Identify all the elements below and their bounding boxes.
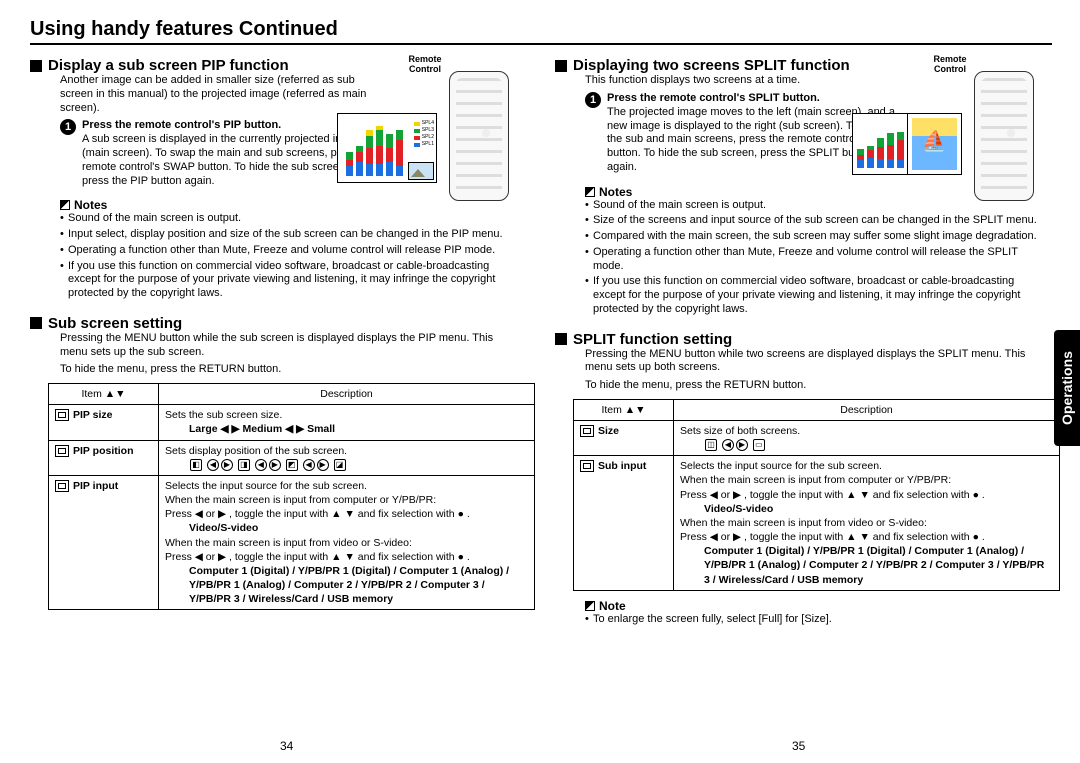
section-title-pip: Display a sub screen PIP function bbox=[48, 57, 289, 74]
pip-input-desc: Selects the input source for the sub scr… bbox=[165, 480, 367, 492]
page-title: Using handy features Continued bbox=[30, 18, 1052, 45]
remote-control-illustration bbox=[449, 71, 509, 201]
section-marker-icon bbox=[555, 60, 567, 72]
size-desc: Sets size of both screens. bbox=[680, 425, 800, 437]
pip-size-label: PIP size bbox=[73, 409, 113, 421]
page-number-right: 35 bbox=[792, 739, 805, 753]
split-setting-body1: Pressing the MENU button while two scree… bbox=[585, 348, 1046, 376]
pip-settings-table: Item ▲▼ Description PIP size Sets the su… bbox=[48, 383, 535, 610]
remote-control-label: Remote Control bbox=[405, 55, 445, 75]
pip-input-option: Computer 1 (Digital) / Y/PB/PR 1 (Digita… bbox=[165, 564, 528, 607]
step-number-icon: 1 bbox=[585, 92, 601, 108]
left-arrow-icon: ◀ bbox=[255, 459, 267, 471]
split-intro: This function displays two screens at a … bbox=[585, 74, 902, 88]
note-item: Size of the screens and input source of … bbox=[585, 214, 1044, 228]
pip-example-illustration: SPL4 SPL3 SPL2 SPL1 bbox=[337, 113, 437, 183]
split-size-icon: ◫ bbox=[705, 439, 717, 451]
split-size-icon: ▭ bbox=[753, 439, 765, 451]
pip-size-options: Large ◀ ▶ Medium ◀ ▶ Small bbox=[165, 423, 335, 435]
note-item: Input select, display position and size … bbox=[60, 228, 519, 242]
pip-notes-title: Notes bbox=[74, 198, 107, 212]
section-title-split: Displaying two screens SPLIT function bbox=[573, 57, 850, 74]
pip-input-option: Video/S-video bbox=[165, 522, 258, 534]
subscreen-body1: Pressing the MENU button while the sub s… bbox=[60, 332, 521, 360]
split-example-illustration bbox=[852, 113, 962, 175]
pip-input-icon bbox=[55, 480, 69, 492]
remote-control-label: Remote Control bbox=[930, 55, 970, 75]
table-header: Item ▲▼ bbox=[49, 384, 159, 405]
sub-input-desc: Selects the input source for the sub scr… bbox=[680, 460, 882, 472]
right-arrow-icon: ▶ bbox=[317, 459, 329, 471]
right-column: Remote Control Displaying two screens SP… bbox=[555, 53, 1052, 629]
sub-input-line: When the main screen is input from compu… bbox=[680, 474, 951, 486]
notes-marker-icon bbox=[60, 200, 70, 210]
right-arrow-icon: ▶ bbox=[736, 439, 748, 451]
pip-position-icon bbox=[55, 445, 69, 457]
note-item: Sound of the main screen is output. bbox=[60, 212, 519, 226]
pip-input-line: When the main screen is input from video… bbox=[165, 537, 412, 549]
note-item: If you use this function on commercial v… bbox=[60, 260, 519, 301]
pip-size-desc: Sets the sub screen size. bbox=[165, 409, 282, 421]
note-item: Sound of the main screen is output. bbox=[585, 199, 1044, 213]
split-setting-body2: To hide the menu, press the RETURN butto… bbox=[585, 379, 1046, 393]
sub-input-option: Video/S-video bbox=[680, 503, 773, 515]
table-header: Description bbox=[674, 399, 1060, 420]
split-notes-title: Notes bbox=[599, 185, 632, 199]
section-title-split-setting: SPLIT function setting bbox=[573, 331, 732, 348]
position-icon: ◪ bbox=[334, 459, 346, 471]
left-arrow-icon: ◀ bbox=[722, 439, 734, 451]
subscreen-body2: To hide the menu, press the RETURN butto… bbox=[60, 363, 521, 377]
right-arrow-icon: ▶ bbox=[269, 459, 281, 471]
split-step1-title: Press the remote control's SPLIT button. bbox=[607, 92, 902, 104]
note-item: Operating a function other than Mute, Fr… bbox=[585, 246, 1044, 274]
page-number-left: 34 bbox=[280, 739, 293, 753]
side-tab-operations: Operations bbox=[1054, 330, 1080, 446]
sub-input-line: When the main screen is input from video… bbox=[680, 517, 927, 529]
left-arrow-icon: ◀ bbox=[207, 459, 219, 471]
left-column: Remote Control Display a sub screen PIP … bbox=[30, 53, 527, 629]
section-marker-icon bbox=[555, 333, 567, 345]
pip-step1-body: A sub screen is displayed in the current… bbox=[82, 133, 377, 188]
size-icon bbox=[580, 425, 594, 437]
split-settings-table: Item ▲▼ Description Size Sets size of bo… bbox=[573, 399, 1060, 591]
notes-marker-icon bbox=[585, 187, 595, 197]
pip-intro: Another image can be added in smaller si… bbox=[60, 74, 377, 115]
note-item: Operating a function other than Mute, Fr… bbox=[60, 244, 519, 258]
table-header: Item ▲▼ bbox=[574, 399, 674, 420]
sub-input-line: Press ◀ or ▶ , toggle the input with ▲ ▼… bbox=[680, 531, 985, 543]
pip-input-line: Press ◀ or ▶ , toggle the input with ▲ ▼… bbox=[165, 551, 470, 563]
pip-step1-title: Press the remote control's PIP button. bbox=[82, 119, 377, 131]
section-marker-icon bbox=[30, 60, 42, 72]
split-note-title: Note bbox=[599, 599, 626, 613]
sub-input-icon bbox=[580, 460, 594, 472]
size-label: Size bbox=[598, 425, 619, 437]
section-title-subscreen: Sub screen setting bbox=[48, 315, 182, 332]
sub-input-line: Press ◀ or ▶ , toggle the input with ▲ ▼… bbox=[680, 489, 985, 501]
position-icon: ◧ bbox=[190, 459, 202, 471]
table-header: Description bbox=[159, 384, 535, 405]
left-arrow-icon: ◀ bbox=[303, 459, 315, 471]
step-number-icon: 1 bbox=[60, 119, 76, 135]
notes-marker-icon bbox=[585, 601, 595, 611]
section-marker-icon bbox=[30, 317, 42, 329]
note-item: Compared with the main screen, the sub s… bbox=[585, 230, 1044, 244]
position-icon: ◨ bbox=[238, 459, 250, 471]
right-arrow-icon: ▶ bbox=[221, 459, 233, 471]
pip-input-line: When the main screen is input from compu… bbox=[165, 494, 436, 506]
pip-position-desc: Sets display position of the sub screen. bbox=[165, 445, 347, 457]
note-item: If you use this function on commercial v… bbox=[585, 275, 1044, 316]
pip-input-line: Press ◀ or ▶ , toggle the input with ▲ ▼… bbox=[165, 508, 470, 520]
remote-control-illustration bbox=[974, 71, 1034, 201]
sub-input-option: Computer 1 (Digital) / Y/PB/PR 1 (Digita… bbox=[680, 544, 1053, 587]
position-icon: ◩ bbox=[286, 459, 298, 471]
pip-input-label: PIP input bbox=[73, 480, 118, 492]
pip-size-icon bbox=[55, 409, 69, 421]
sub-input-label: Sub input bbox=[598, 460, 646, 472]
pip-position-label: PIP position bbox=[73, 445, 133, 457]
note-item: To enlarge the screen fully, select [Ful… bbox=[585, 613, 1044, 627]
